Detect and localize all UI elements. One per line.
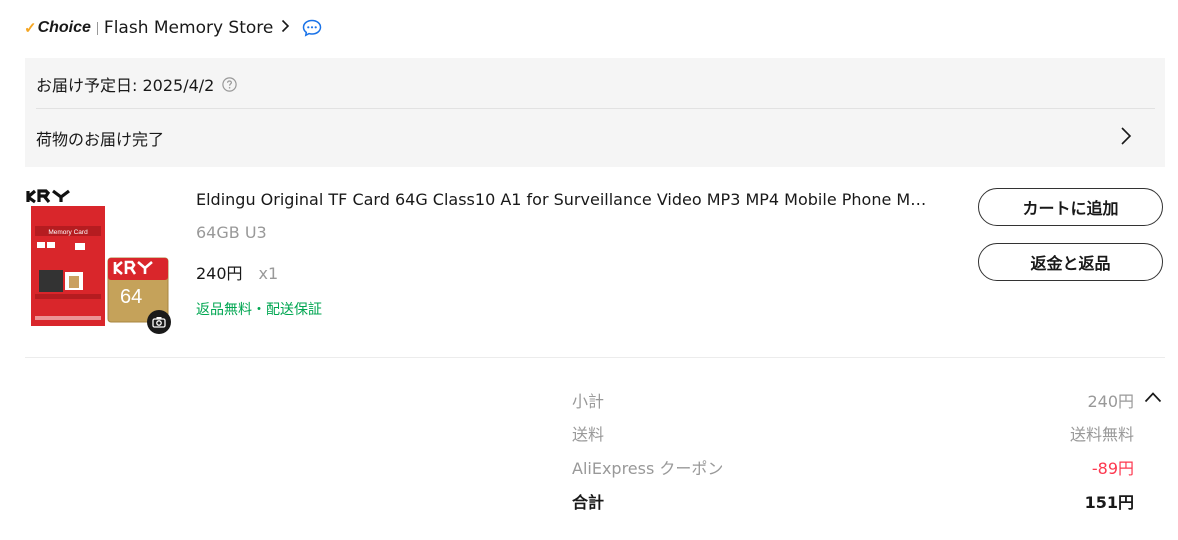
delivery-divider [36, 108, 1155, 109]
subtotal-label: 小計 [572, 392, 605, 411]
delivery-info-panel: お届け予定日: 2025/4/2 荷物のお届け完了 [25, 58, 1165, 167]
delivery-status[interactable]: 荷物のお届け完了 [36, 126, 164, 150]
subtotal-value: 240円 [1087, 392, 1134, 411]
chevron-right-icon[interactable] [1120, 126, 1132, 146]
brand-logo [26, 189, 70, 204]
product-title-link[interactable]: Eldingu Original TF Card 64G Class10 A1 … [196, 190, 941, 209]
svg-text:Memory Card: Memory Card [48, 229, 88, 236]
store-name-link[interactable]: Flash Memory Store [104, 18, 273, 38]
add-to-cart-button[interactable]: カートに追加 [978, 188, 1163, 226]
product-sku: 64GB U3 [196, 223, 267, 242]
subtotal-row: 小計 240円 [572, 388, 1134, 412]
total-value: 151円 [1084, 493, 1134, 512]
choice-badge-label: Choice [37, 19, 91, 36]
chevron-up-icon[interactable] [1144, 388, 1162, 403]
choice-badge: ✓ Choice [24, 19, 91, 37]
shipping-label: 送料 [572, 425, 605, 444]
store-header: ✓ Choice Flash Memory Store [24, 14, 322, 42]
header-separator [96, 21, 98, 35]
chat-icon[interactable] [302, 19, 322, 37]
product-price-row: 240円 x1 [196, 260, 278, 284]
shipping-row: 送料 送料無料 [572, 421, 1134, 445]
coupon-row: AliExpress クーポン -89円 [572, 455, 1134, 479]
expected-delivery-row: お届け予定日: 2025/4/2 [36, 72, 238, 96]
total-row: 合計 151円 [572, 489, 1134, 513]
camera-icon[interactable] [147, 310, 171, 334]
coupon-label: AliExpress クーポン [572, 459, 724, 478]
refund-return-button[interactable]: 返金と返品 [978, 243, 1163, 281]
product-quantity: x1 [258, 264, 279, 283]
product-thumbnail[interactable]: Memory Card 64 [25, 188, 171, 334]
total-label: 合計 [572, 493, 605, 512]
service-tags: 返品無料・配送保証 [196, 302, 322, 318]
expected-delivery-date: お届け予定日: 2025/4/2 [36, 76, 215, 95]
shipping-value: 送料無料 [1069, 425, 1134, 444]
checkmark-icon: ✓ [24, 20, 37, 37]
product-price: 240円 [196, 264, 243, 283]
chevron-right-icon[interactable] [281, 19, 290, 37]
help-icon[interactable] [222, 76, 238, 92]
section-divider [25, 357, 1165, 358]
svg-text:64: 64 [120, 286, 142, 308]
coupon-value: -89円 [1091, 459, 1134, 478]
